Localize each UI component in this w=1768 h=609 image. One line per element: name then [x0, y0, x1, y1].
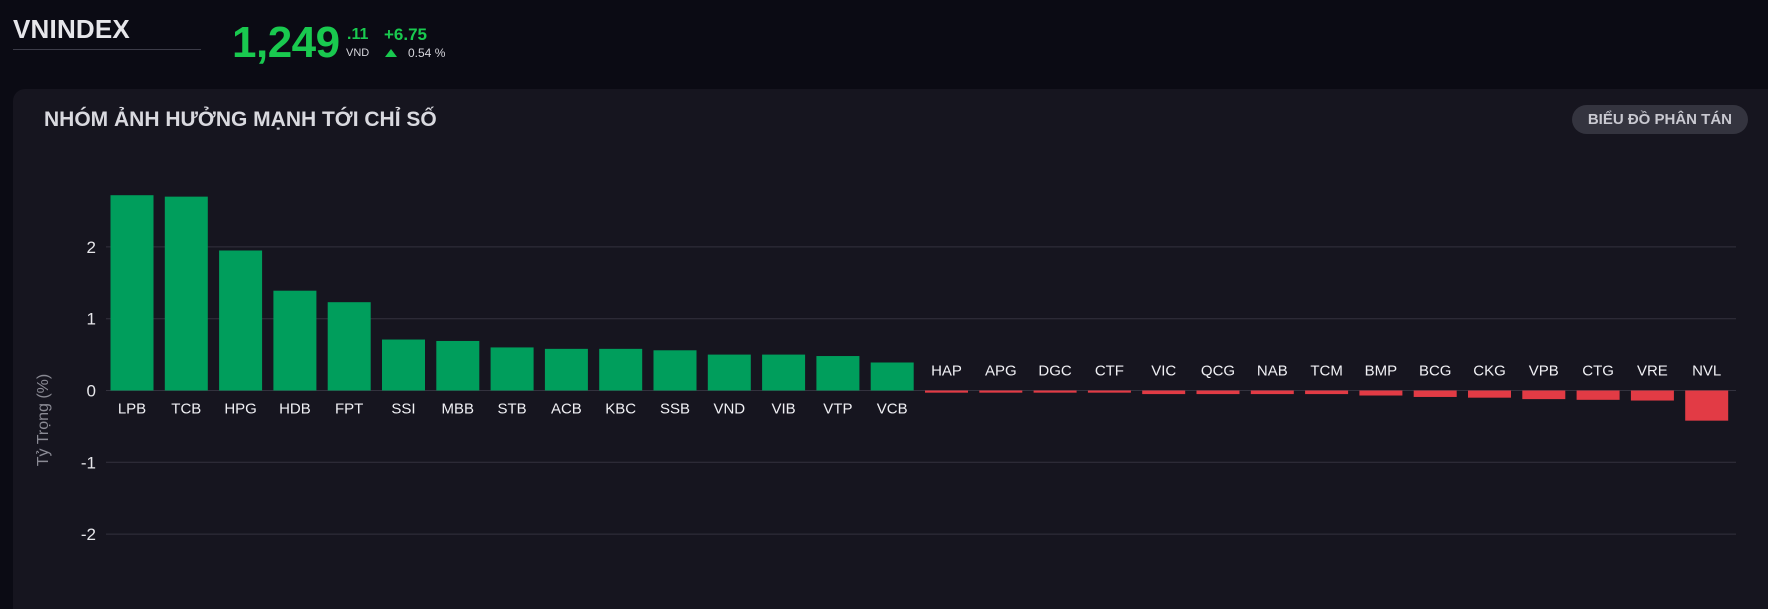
bar-ssb[interactable]: [653, 350, 697, 391]
x-label-ssb: SSB: [660, 401, 690, 418]
x-label-vpb: VPB: [1529, 363, 1559, 380]
bar-hdb[interactable]: [273, 290, 317, 391]
x-label-vic: VIC: [1151, 363, 1176, 380]
x-label-vtp: VTP: [823, 401, 852, 418]
x-label-hpg: HPG: [224, 401, 257, 418]
x-label-vre: VRE: [1637, 363, 1668, 380]
bar-lpb[interactable]: [110, 195, 154, 391]
bar-ctf[interactable]: [1087, 390, 1131, 393]
y-tick-label: -2: [81, 525, 96, 544]
x-label-acb: ACB: [551, 401, 582, 418]
bar-bmp[interactable]: [1359, 390, 1403, 396]
influence-bar-chart: 2 1 0 -1 -2 Tỷ Trọng (%) LPB TCB HPG HDB FPT SSI M…: [35, 195, 1736, 544]
bar-ckg[interactable]: [1468, 390, 1511, 398]
y-tick-label: 0: [87, 382, 96, 401]
x-label-bmp: BMP: [1365, 363, 1398, 380]
bar-hpg[interactable]: [219, 250, 263, 391]
x-label-ctg: CTG: [1582, 363, 1614, 380]
bar-dgc[interactable]: [1033, 390, 1077, 393]
bar-acb[interactable]: [544, 348, 588, 391]
bars: [110, 195, 1729, 421]
x-label-tcb: TCB: [171, 401, 201, 418]
bar-vic[interactable]: [1142, 390, 1186, 395]
y-axis-label: Tỷ Trọng (%): [35, 374, 52, 466]
bar-kbc[interactable]: [599, 348, 643, 391]
bar-stb[interactable]: [490, 347, 534, 391]
bar-ssi[interactable]: [382, 339, 425, 391]
y-tick-label: 2: [87, 238, 96, 257]
bar-vcb[interactable]: [870, 362, 914, 391]
x-label-dgc: DGC: [1038, 363, 1072, 380]
bar-fpt[interactable]: [327, 302, 371, 391]
bar-tcm[interactable]: [1305, 390, 1349, 395]
y-axis-ticks: 2 1 0 -1 -2: [81, 238, 96, 544]
bar-vib[interactable]: [762, 354, 806, 391]
bar-nab[interactable]: [1250, 390, 1294, 395]
bar-mbb[interactable]: [436, 340, 480, 391]
x-label-tcm: TCM: [1310, 363, 1343, 380]
x-label-nvl: NVL: [1692, 363, 1721, 380]
y-tick-label: 1: [87, 310, 96, 329]
x-label-kbc: KBC: [605, 401, 636, 418]
x-label-ckg: CKG: [1473, 363, 1506, 380]
x-label-vcb: VCB: [877, 401, 908, 418]
x-label-nab: NAB: [1257, 363, 1288, 380]
bar-nvl[interactable]: [1685, 390, 1729, 421]
bar-vre[interactable]: [1630, 390, 1674, 401]
x-label-vib: VIB: [772, 401, 796, 418]
bar-ctg[interactable]: [1576, 390, 1620, 400]
x-label-vnd: VND: [713, 401, 745, 418]
bar-vtp[interactable]: [816, 356, 860, 391]
x-label-qcg: QCG: [1201, 363, 1235, 380]
x-label-mbb: MBB: [442, 401, 475, 418]
bar-vpb[interactable]: [1522, 390, 1566, 400]
x-label-lpb: LPB: [118, 401, 146, 418]
bar-bcg[interactable]: [1413, 390, 1457, 397]
x-label-hdb: HDB: [279, 401, 311, 418]
x-label-hap: HAP: [931, 363, 962, 380]
x-label-stb: STB: [498, 401, 527, 418]
x-label-apg: APG: [985, 363, 1017, 380]
bar-tcb[interactable]: [164, 196, 208, 391]
x-label-ctf: CTF: [1095, 363, 1124, 380]
bar-qcg[interactable]: [1196, 390, 1240, 395]
bar-apg[interactable]: [979, 390, 1023, 393]
y-tick-label: -1: [81, 453, 96, 472]
bar-vnd[interactable]: [707, 354, 751, 391]
x-label-fpt: FPT: [335, 401, 363, 418]
x-label-bcg: BCG: [1419, 363, 1452, 380]
x-label-ssi: SSI: [391, 401, 415, 418]
bar-hap[interactable]: [925, 390, 968, 393]
